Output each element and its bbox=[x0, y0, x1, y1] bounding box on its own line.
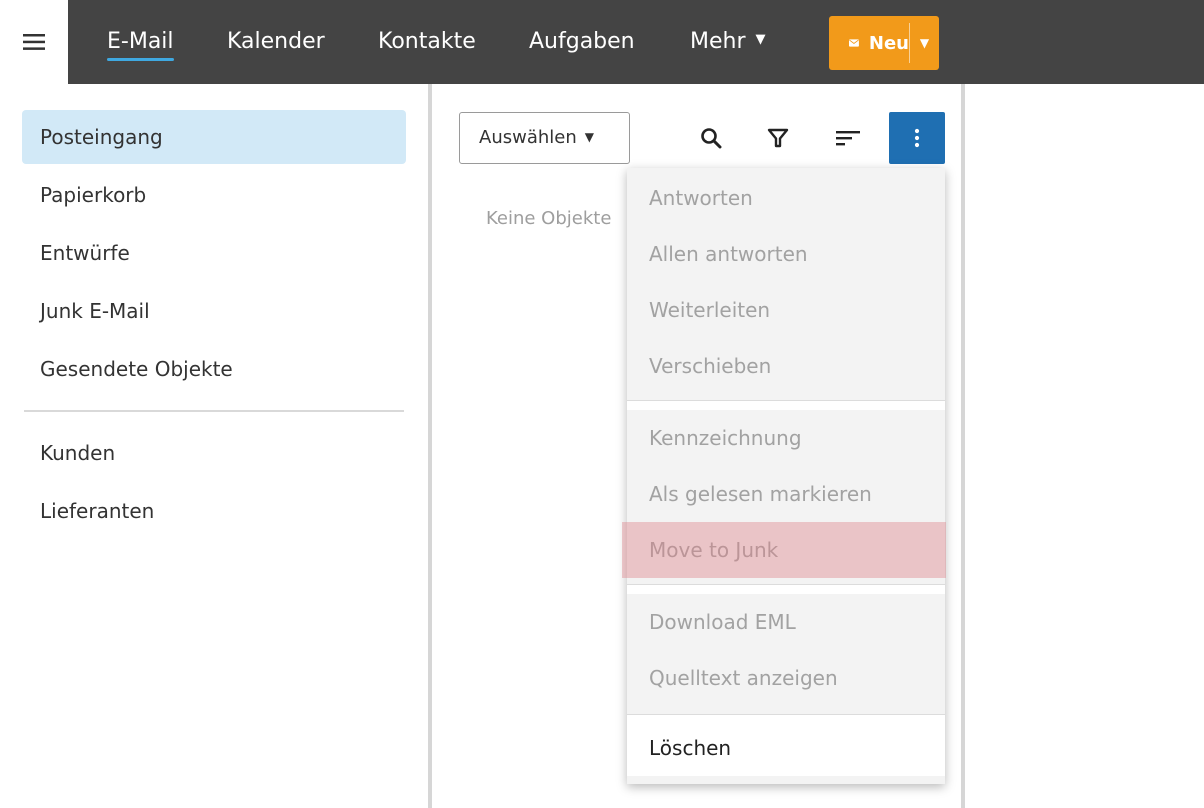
hamburger-icon bbox=[23, 34, 45, 50]
new-message-button[interactable]: Neu bbox=[829, 16, 909, 70]
filter-icon bbox=[767, 128, 789, 148]
nav-more-dropdown[interactable]: Mehr ▼ bbox=[690, 0, 766, 84]
menu-separator bbox=[627, 584, 945, 594]
list-pane-divider bbox=[961, 84, 965, 808]
menu-item-forward[interactable]: Weiterleiten bbox=[627, 282, 945, 338]
menu-item-label: Kennzeichnung bbox=[649, 426, 802, 450]
folder-label: Junk E-Mail bbox=[40, 299, 150, 323]
caret-down-icon: ▼ bbox=[919, 36, 930, 50]
search-icon bbox=[701, 128, 722, 149]
menu-item-label: Antworten bbox=[649, 186, 753, 210]
folder-trash[interactable]: Papierkorb bbox=[22, 168, 406, 222]
menu-item-label: Als gelesen markieren bbox=[649, 482, 872, 506]
menu-item-label: Quelltext anzeigen bbox=[649, 666, 838, 690]
folder-junk[interactable]: Junk E-Mail bbox=[22, 284, 406, 338]
folder-label: Lieferanten bbox=[40, 499, 155, 523]
filter-button[interactable] bbox=[752, 112, 804, 164]
menu-item-label: Allen antworten bbox=[649, 242, 808, 266]
folder-sidebar: Posteingang Papierkorb Entwürfe Junk E-M… bbox=[0, 84, 428, 808]
folder-suppliers[interactable]: Lieferanten bbox=[22, 484, 406, 538]
nav-tab-label: Mehr bbox=[690, 29, 746, 54]
folder-label: Posteingang bbox=[40, 125, 163, 149]
folder-drafts[interactable]: Entwürfe bbox=[22, 226, 406, 280]
hamburger-menu-button[interactable] bbox=[0, 0, 68, 84]
menu-item-label: Weiterleiten bbox=[649, 298, 771, 322]
sidebar-divider bbox=[24, 410, 404, 412]
new-button: Neu ▼ bbox=[829, 16, 939, 70]
new-dropdown-toggle[interactable]: ▼ bbox=[910, 16, 939, 70]
nav-tab-label: Aufgaben bbox=[529, 29, 635, 54]
folder-inbox[interactable]: Posteingang bbox=[22, 110, 406, 164]
folder-label: Papierkorb bbox=[40, 183, 147, 207]
select-label: Auswählen bbox=[479, 127, 577, 148]
menu-item-move[interactable]: Verschieben bbox=[627, 338, 945, 394]
sidebar-pane-divider bbox=[428, 84, 432, 808]
folder-label: Gesendete Objekte bbox=[40, 357, 233, 381]
nav-tab-label: Kalender bbox=[227, 29, 325, 54]
menu-item-delete[interactable]: Löschen bbox=[627, 720, 945, 776]
menu-item-label: Löschen bbox=[649, 736, 732, 760]
menu-item-label: Move to Junk bbox=[649, 538, 779, 562]
search-button[interactable] bbox=[685, 112, 737, 164]
caret-down-icon: ▼ bbox=[584, 130, 594, 144]
menu-item-download-eml[interactable]: Download EML bbox=[627, 594, 945, 650]
sort-icon bbox=[836, 131, 860, 146]
folder-customers[interactable]: Kunden bbox=[22, 426, 406, 480]
vertical-dots-icon bbox=[914, 128, 920, 148]
nav-tab-label: E-Mail bbox=[107, 29, 174, 54]
sort-button[interactable] bbox=[822, 112, 874, 164]
nav-tab-contacts[interactable]: Kontakte bbox=[378, 0, 476, 84]
new-button-label: Neu bbox=[868, 32, 909, 54]
menu-item-flag[interactable]: Kennzeichnung bbox=[627, 410, 945, 466]
folder-label: Kunden bbox=[40, 441, 116, 465]
top-navigation-bar: E-Mail Kalender Kontakte Aufgaben Mehr ▼ … bbox=[68, 0, 1204, 84]
active-tab-underline bbox=[107, 58, 174, 61]
folder-label: Entwürfe bbox=[40, 241, 130, 265]
nav-tab-label: Kontakte bbox=[378, 29, 476, 54]
more-actions-button[interactable] bbox=[889, 112, 945, 164]
nav-tab-calendar[interactable]: Kalender bbox=[227, 0, 325, 84]
nav-tab-tasks[interactable]: Aufgaben bbox=[529, 0, 635, 84]
menu-separator bbox=[627, 400, 945, 410]
actions-context-menu: Antworten Allen antworten Weiterleiten V… bbox=[627, 168, 945, 784]
caret-down-icon: ▼ bbox=[755, 32, 766, 47]
menu-item-label: Verschieben bbox=[649, 354, 772, 378]
menu-item-move-to-junk[interactable]: Move to Junk bbox=[627, 522, 945, 578]
nav-tab-email[interactable]: E-Mail bbox=[107, 0, 174, 84]
menu-item-reply[interactable]: Antworten bbox=[627, 170, 945, 226]
folder-sent[interactable]: Gesendete Objekte bbox=[22, 342, 406, 396]
envelope-icon bbox=[849, 39, 859, 47]
menu-item-label: Download EML bbox=[649, 610, 796, 634]
menu-item-view-source[interactable]: Quelltext anzeigen bbox=[627, 650, 945, 706]
empty-list-message: Keine Objekte bbox=[486, 208, 612, 229]
menu-item-mark-read[interactable]: Als gelesen markieren bbox=[627, 466, 945, 522]
select-dropdown-button[interactable]: Auswählen ▼ bbox=[459, 112, 630, 164]
menu-item-reply-all[interactable]: Allen antworten bbox=[627, 226, 945, 282]
